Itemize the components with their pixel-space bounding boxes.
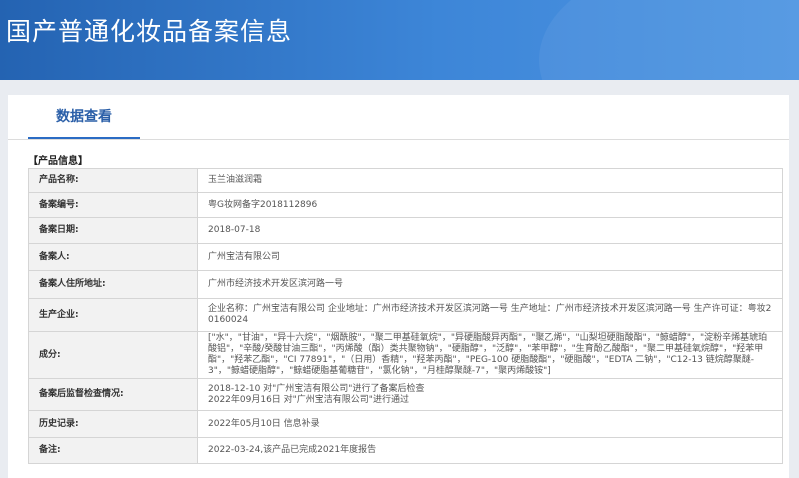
table-row: 备注: 2022-03-24,该产品已完成2021年度报告 <box>28 437 783 464</box>
row-value-remarks: 2022-03-24,该产品已完成2021年度报告 <box>197 437 783 464</box>
row-key-filing-date: 备案日期: <box>28 217 198 244</box>
page-title: 国产普通化妆品备案信息 <box>6 17 293 46</box>
row-value-manufacturer: 企业名称：广州宝洁有限公司 企业地址：广州市经济技术开发区滨河路一号 生产地址：… <box>197 298 783 332</box>
row-value-filer: 广州宝洁有限公司 <box>197 243 783 271</box>
table-row: 备案人住所地址: 广州市经济技术开发区滨河路一号 <box>28 270 783 299</box>
table-row: 备案编号: 粤G妆网备字2018112896 <box>28 192 783 218</box>
row-key-filer: 备案人: <box>28 243 198 271</box>
table-row: 备案人: 广州宝洁有限公司 <box>28 243 783 271</box>
row-key-ingredients: 成分: <box>28 331 198 379</box>
row-key-remarks: 备注: <box>28 437 198 464</box>
row-key-manufacturer: 生产企业: <box>28 298 198 332</box>
row-value-product-name: 玉兰油滋润霜 <box>197 168 783 193</box>
table-row: 产品名称: 玉兰油滋润霜 <box>28 168 783 193</box>
row-key-product-name: 产品名称: <box>28 168 198 193</box>
header-banner: 国产普通化妆品备案信息 <box>0 0 799 80</box>
row-value-inspection: 2018-12-10 对"广州宝洁有限公司"进行了备案后检查 2022年09月1… <box>197 378 783 411</box>
row-key-filer-address: 备案人住所地址: <box>28 270 198 299</box>
table-row: 备案日期: 2018-07-18 <box>28 217 783 244</box>
tab-bar: 数据查看 <box>8 95 789 140</box>
table-row: 成分: ["水"，"甘油"，"异十六烷"，"烟酰胺"，"聚二甲基硅氧烷"，"异硬… <box>28 331 783 379</box>
section-label: 【产品信息】 <box>28 156 88 167</box>
row-key-inspection: 备案后监督检查情况: <box>28 378 198 411</box>
tab-data-view[interactable]: 数据查看 <box>28 95 140 139</box>
row-value-filing-number: 粤G妆网备字2018112896 <box>197 192 783 218</box>
row-key-filing-number: 备案编号: <box>28 192 198 218</box>
row-value-filer-address: 广州市经济技术开发区滨河路一号 <box>197 270 783 299</box>
table-row: 历史记录: 2022年05月10日 信息补录 <box>28 410 783 438</box>
content-card: 数据查看 【产品信息】 产品名称: 玉兰油滋润霜 备案编号: 粤G妆网备字201… <box>8 95 789 478</box>
table-row: 生产企业: 企业名称：广州宝洁有限公司 企业地址：广州市经济技术开发区滨河路一号… <box>28 298 783 332</box>
row-key-history: 历史记录: <box>28 410 198 438</box>
row-value-ingredients: ["水"，"甘油"，"异十六烷"，"烟酰胺"，"聚二甲基硅氧烷"，"异硬脂酸异丙… <box>197 331 783 379</box>
row-value-filing-date: 2018-07-18 <box>197 217 783 244</box>
row-value-history: 2022年05月10日 信息补录 <box>197 410 783 438</box>
product-info-table: 产品名称: 玉兰油滋润霜 备案编号: 粤G妆网备字2018112896 备案日期… <box>28 168 783 464</box>
table-row: 备案后监督检查情况: 2018-12-10 对"广州宝洁有限公司"进行了备案后检… <box>28 378 783 411</box>
